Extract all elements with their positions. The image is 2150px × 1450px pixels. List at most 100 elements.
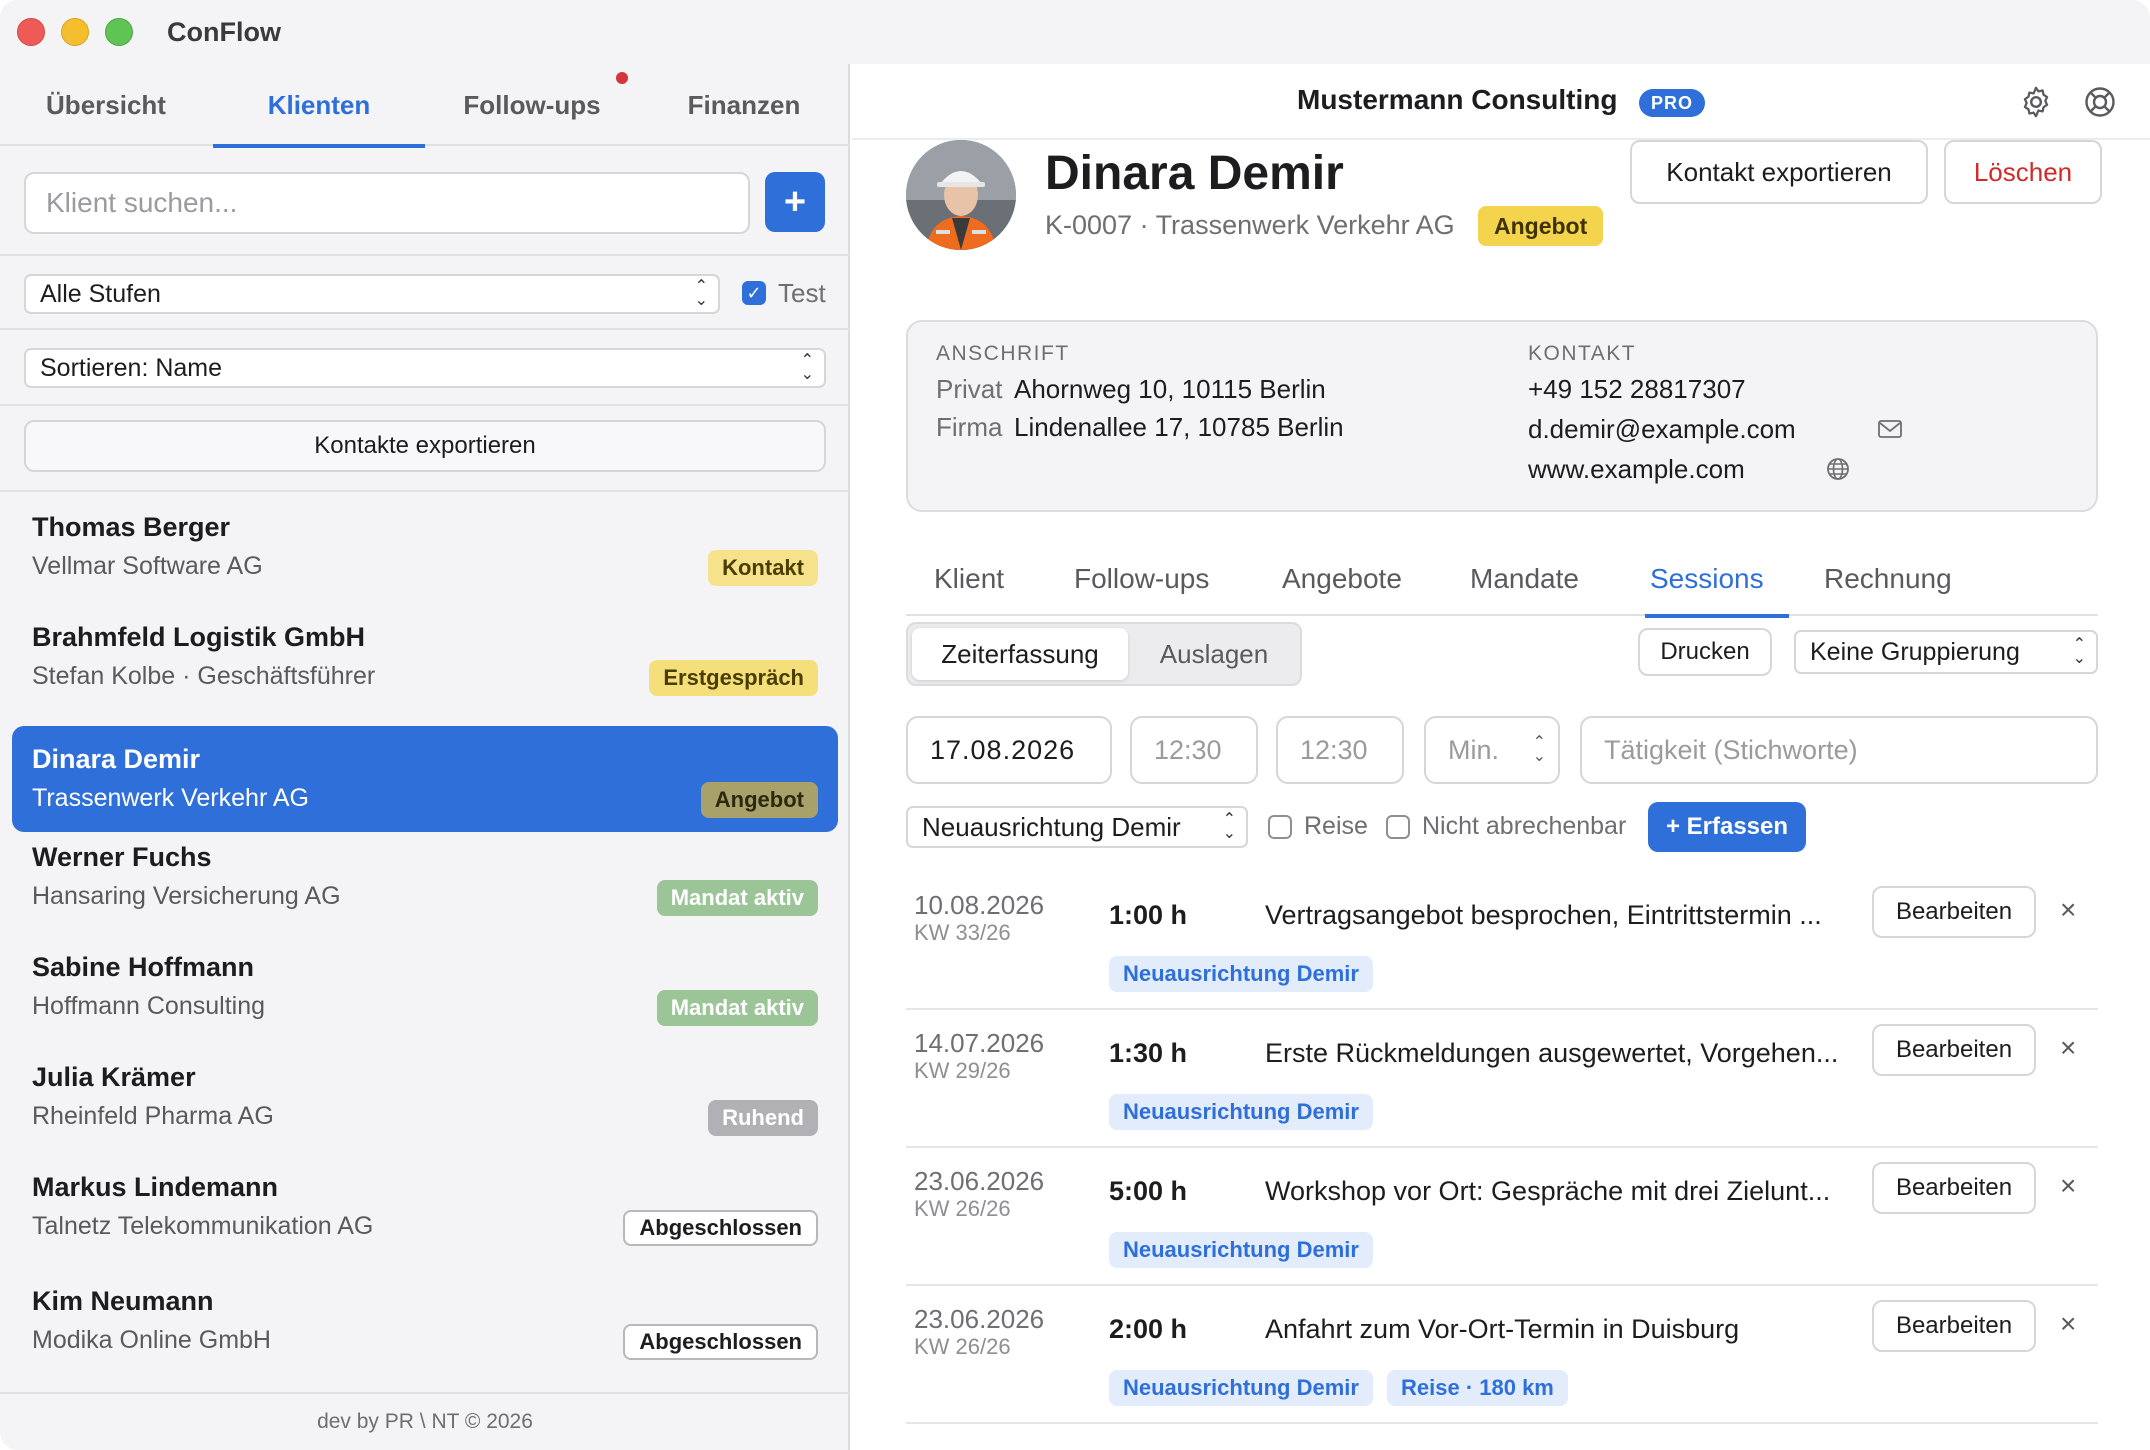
minutes-placeholder: Min. [1448,734,1500,765]
client-company: Rheinfeld Pharma AG [32,1102,274,1130]
globe-icon[interactable] [1825,456,1851,482]
app-title: ConFlow [167,16,281,47]
travel-checkbox[interactable] [1268,815,1292,839]
mandate-tag: Neuausrichtung Demir [1109,1094,1373,1130]
entry-date: 14.07.2026 [914,1028,1045,1058]
tab-follow-ups-label: Follow-ups [463,89,601,120]
session-entry: 14.07.2026 KW 29/26 1:30 h Erste Rückmel… [906,1010,2098,1148]
mandate-select[interactable]: Neuausrichtung Demir ⌃ ⌄ [906,806,1248,848]
submit-session-button[interactable]: + Erfassen [1648,802,1806,852]
minimize-window-button[interactable] [61,18,89,46]
select-arrows-icon: ⌃ ⌄ [2072,636,2086,667]
entry-description: Anfahrt zum Vor-Ort-Termin in Duisburg [1265,1314,1740,1344]
entry-week: KW 26/26 [914,1196,1011,1221]
sidebar-tabs: Übersicht Klienten Follow-ups Finanzen [0,64,850,148]
tab-uebersicht[interactable]: Übersicht [0,64,212,146]
entry-date: 23.06.2026 [914,1304,1045,1334]
minutes-stepper[interactable]: Min. ⌃ ⌄ [1424,716,1560,784]
email-address: d.demir@example.com [1528,414,1796,444]
entry-week: KW 33/26 [914,920,1011,945]
client-name: Sabine Hoffmann [32,952,255,982]
start-time-field[interactable]: 12:30 [1130,716,1258,784]
status-badge: Angebot [700,782,818,818]
tab-follow-ups-detail[interactable]: Follow-ups [1074,542,1209,616]
session-date-field[interactable]: 17.08.2026 [906,716,1112,784]
client-list-item[interactable]: Markus Lindemann Talnetz Telekommunikati… [12,1154,838,1260]
client-list-item[interactable]: Thomas Berger Vellmar Software AG Kontak… [12,494,838,600]
stepper-arrows-icon[interactable]: ⌃ ⌄ [1533,735,1546,765]
test-checkbox[interactable]: ✓ [742,281,766,305]
edit-entry-button[interactable]: Bearbeiten [1872,886,2036,938]
client-meta: K-0007 · Trassenwerk Verkehr AG [1045,210,1455,240]
tab-sessions[interactable]: Sessions [1645,542,1789,618]
client-search-input[interactable] [24,172,750,234]
export-row: Kontakte exportieren [0,408,850,492]
status-badge: Kontakt [708,550,818,586]
delete-entry-icon[interactable]: × [2060,1170,2076,1202]
end-time-field[interactable]: 12:30 [1276,716,1404,784]
export-contacts-button[interactable]: Kontakte exportieren [24,420,826,472]
avatar-photo [906,140,1016,250]
export-contact-button[interactable]: Kontakt exportieren [1630,140,1928,204]
tab-finanzen[interactable]: Finanzen [638,64,850,146]
title-bar: ConFlow [0,0,2150,64]
add-client-button[interactable]: + [765,172,825,232]
tab-follow-ups[interactable]: Follow-ups [426,64,638,146]
sort-select[interactable]: Sortieren: Name ⌃ ⌄ [24,348,826,388]
status-badge: Ruhend [708,1100,818,1136]
tab-klient[interactable]: Klient [934,542,1004,616]
client-list-item[interactable]: Brahmfeld Logistik GmbH Stefan Kolbe · G… [12,604,838,710]
status-badge: Mandat aktiv [656,880,818,916]
sort-row: Sortieren: Name ⌃ ⌄ [0,332,850,406]
tab-rechnung[interactable]: Rechnung [1824,542,1952,616]
entry-date: 23.06.2026 [914,1166,1045,1196]
client-list-item-selected[interactable]: Dinara Demir Trassenwerk Verkehr AG Ange… [12,726,838,832]
edit-entry-button[interactable]: Bearbeiten [1872,1300,2036,1352]
print-button[interactable]: Drucken [1638,628,1772,676]
tab-klienten[interactable]: Klienten [213,64,425,148]
delete-client-button[interactable]: Löschen [1944,140,2102,204]
zoom-window-button[interactable] [105,18,133,46]
client-company: Hansaring Versicherung AG [32,882,341,910]
tab-mandate[interactable]: Mandate [1470,542,1579,616]
close-window-button[interactable] [17,18,45,46]
mail-icon[interactable] [1877,418,1903,440]
help-lifebuoy-icon[interactable] [2082,84,2118,120]
settings-gear-icon[interactable] [2018,84,2054,120]
delete-entry-icon[interactable]: × [2060,1308,2076,1340]
edit-entry-button[interactable]: Bearbeiten [1872,1024,2036,1076]
segment-auslagen[interactable]: Auslagen [1132,628,1296,680]
stage-filter-select[interactable]: Alle Stufen ⌃ ⌄ [24,274,720,314]
mandate-tag: Neuausrichtung Demir [1109,1370,1373,1406]
activity-input[interactable]: Tätigkeit (Stichworte) [1580,716,2098,784]
mandate-tag: Neuausrichtung Demir [1109,956,1373,992]
segment-zeiterfassung[interactable]: Zeiterfassung [912,628,1128,680]
delete-entry-icon[interactable]: × [2060,894,2076,926]
client-name: Dinara Demir [32,744,201,774]
sort-value: Sortieren: Name [40,353,223,382]
client-list-item[interactable]: Werner Fuchs Hansaring Versicherung AG M… [12,824,838,930]
status-badge: Erstgespräch [649,660,818,696]
client-list-item[interactable]: Sabine Hoffmann Hoffmann Consulting Mand… [12,934,838,1040]
delete-entry-icon[interactable]: × [2060,1032,2076,1064]
grouping-select[interactable]: Keine Gruppierung ⌃ ⌄ [1794,630,2098,674]
client-name: Markus Lindemann [32,1172,279,1202]
status-badge: Abgeschlossen [623,1210,818,1246]
non-billable-checkbox[interactable] [1386,815,1410,839]
company-address-value: Lindenallee 17, 10785 Berlin [1014,412,1344,442]
client-name: Werner Fuchs [32,842,212,872]
session-type-segmented-control: Zeiterfassung Auslagen [906,622,1302,686]
main-panel: Mustermann Consulting PRO Dinara Demir K… [852,64,2150,1450]
entry-week: KW 29/26 [914,1058,1011,1083]
client-list-item[interactable]: Kim Neumann Modika Online GmbH Abgeschlo… [12,1268,838,1374]
search-row: + [0,148,850,256]
entry-duration: 1:00 h [1109,900,1188,930]
session-entry: 23.06.2026 KW 26/26 2:00 h Anfahrt zum V… [906,1286,2098,1424]
client-name: Kim Neumann [32,1286,214,1316]
non-billable-checkbox-label: Nicht abrechenbar [1422,812,1627,840]
client-name: Brahmfeld Logistik GmbH [32,622,366,652]
tab-angebote[interactable]: Angebote [1282,542,1402,616]
client-list-item[interactable]: Julia Krämer Rheinfeld Pharma AG Ruhend [12,1044,838,1150]
client-name: Thomas Berger [32,512,231,542]
edit-entry-button[interactable]: Bearbeiten [1872,1162,2036,1214]
